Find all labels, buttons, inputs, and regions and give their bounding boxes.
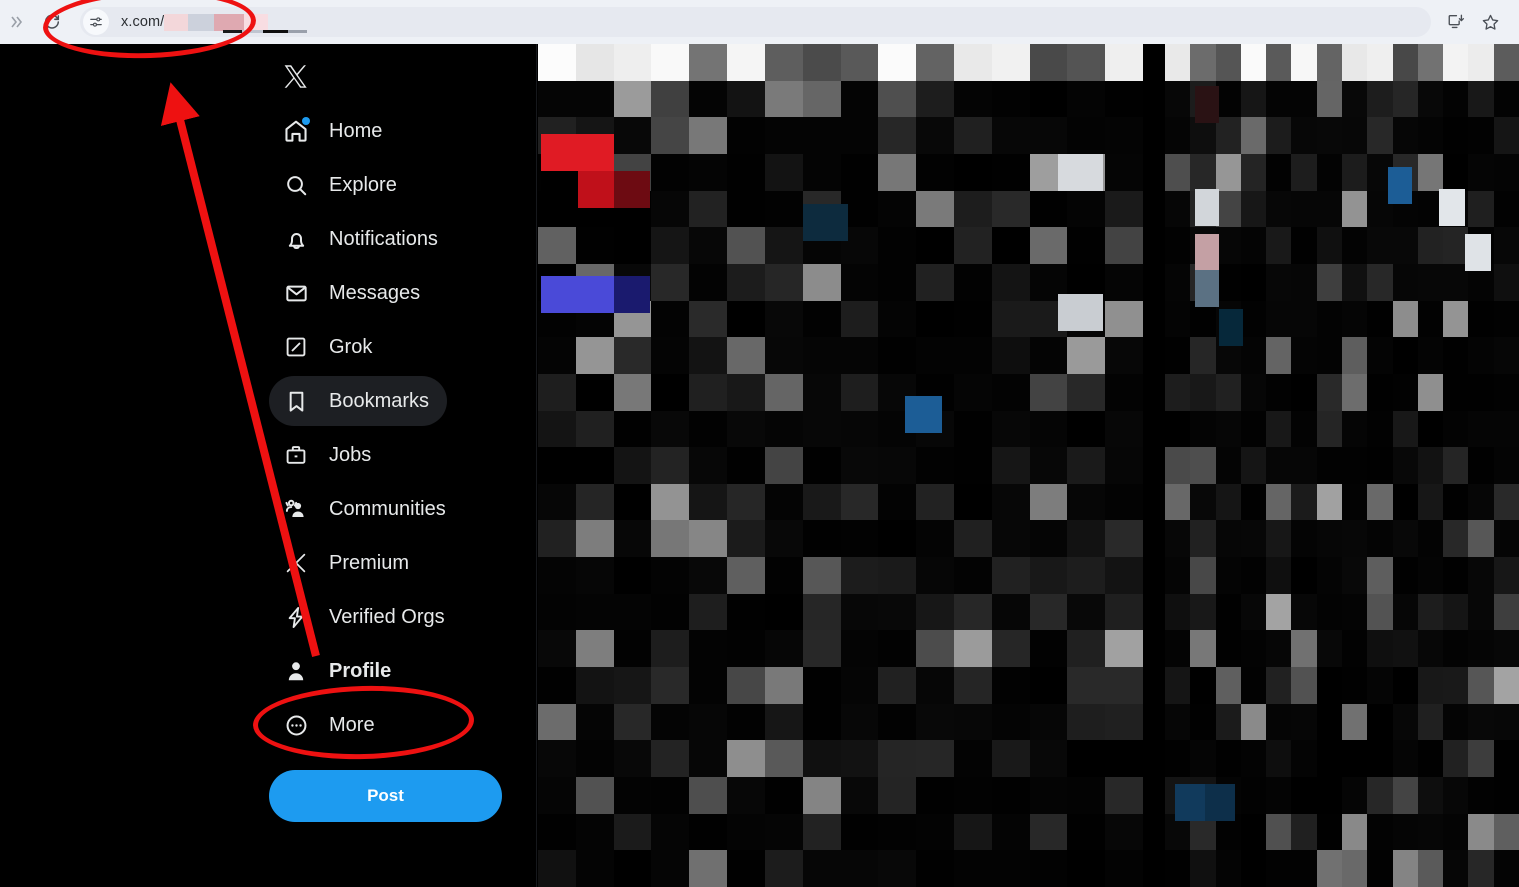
x-app-page: Home Explore Notifications Messages Grok… — [0, 44, 1519, 887]
envelope-icon — [281, 278, 311, 308]
sidebar-item-label: Verified Orgs — [329, 606, 445, 628]
install-app-icon[interactable] — [1439, 5, 1473, 39]
grok-icon — [281, 332, 311, 362]
sidebar-item-verified-orgs[interactable]: Verified Orgs — [269, 592, 463, 642]
sidebar-item-jobs[interactable]: Jobs — [269, 430, 389, 480]
browser-actions — [1439, 5, 1507, 39]
home-icon — [281, 116, 311, 146]
sidebar-item-messages[interactable]: Messages — [269, 268, 438, 318]
chevrons-right-icon[interactable] — [0, 0, 34, 44]
address-bar[interactable]: x.com/ — [80, 7, 1431, 37]
sidebar-item-label: Premium — [329, 552, 410, 574]
sidebar-item-communities[interactable]: Communities — [269, 484, 464, 534]
x-logo-icon — [281, 548, 311, 578]
x-logo[interactable] — [269, 50, 321, 102]
primary-sidebar: Home Explore Notifications Messages Grok… — [0, 44, 537, 887]
post-button[interactable]: Post — [269, 770, 502, 822]
communities-icon — [281, 494, 311, 524]
sidebar-item-bookmarks[interactable]: Bookmarks — [269, 376, 448, 426]
bell-icon — [281, 224, 311, 254]
bookmark-icon — [281, 386, 311, 416]
sidebar-item-label: Explore — [329, 174, 397, 196]
sidebar-item-grok[interactable]: Grok — [269, 322, 390, 372]
sidebar-item-label: Grok — [329, 336, 373, 358]
sidebar-item-label: Communities — [329, 498, 446, 520]
search-icon — [281, 170, 311, 200]
briefcase-icon — [281, 440, 311, 470]
sidebar-item-label: Home — [329, 120, 383, 142]
pixelated-content — [538, 44, 1143, 887]
sidebar-item-label: Notifications — [329, 228, 438, 250]
bookmark-star-icon[interactable] — [1473, 5, 1507, 39]
sidebar-item-home[interactable]: Home — [269, 106, 400, 156]
sidebar-item-label: Bookmarks — [329, 390, 430, 412]
sidebar-item-premium[interactable]: Premium — [269, 538, 427, 588]
main-timeline-redacted[interactable] — [538, 44, 1143, 887]
person-icon — [281, 656, 311, 686]
right-sidebar-redacted[interactable] — [1165, 44, 1519, 887]
sidebar-item-label: Jobs — [329, 444, 372, 466]
sidebar-item-label: Profile — [329, 660, 392, 682]
pixelated-content — [1165, 44, 1519, 887]
sidebar-item-label: Messages — [329, 282, 421, 304]
sidebar-item-explore[interactable]: Explore — [269, 160, 415, 210]
bolt-icon — [281, 602, 311, 632]
home-unread-badge — [302, 117, 310, 125]
sidebar-item-notifications[interactable]: Notifications — [269, 214, 456, 264]
